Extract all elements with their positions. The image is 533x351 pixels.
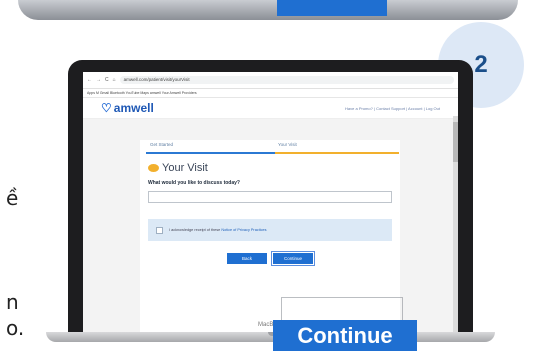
discuss-input[interactable] bbox=[148, 191, 392, 203]
browser-toolbar: ← → C ⌂ amwell.com/patient/visit/yourVis… bbox=[83, 72, 458, 89]
privacy-checkbox[interactable] bbox=[156, 226, 163, 234]
back-arrow-icon[interactable]: ← bbox=[87, 77, 92, 83]
heart-logo-icon: ♡ bbox=[101, 101, 112, 115]
privacy-link[interactable]: Notice of Privacy Practices bbox=[221, 228, 266, 232]
logo-text: amwell bbox=[113, 101, 154, 115]
top-blue-tab bbox=[277, 0, 387, 16]
side-text-line1: ề bbox=[6, 186, 19, 210]
progress-steps: Get Started Your Visit bbox=[146, 140, 399, 154]
page-title: Your Visit bbox=[148, 162, 392, 174]
side-text-line2: n bbox=[6, 290, 19, 314]
top-laptop-edge bbox=[18, 0, 518, 20]
progress-current-bar bbox=[275, 152, 399, 154]
progress-complete-bar bbox=[146, 152, 275, 154]
privacy-text-prefix: I acknowledge receipt of these bbox=[169, 228, 222, 232]
reload-icon[interactable]: C bbox=[105, 77, 109, 83]
site-header: ♡ amwell Have a Promo? | Contact Support… bbox=[83, 98, 458, 119]
bookmarks-bar[interactable]: Apps M Gmail Bluetooth YouTube Maps amwe… bbox=[83, 89, 458, 98]
step-your-visit: Your Visit bbox=[278, 142, 297, 147]
laptop-bezel: ← → C ⌂ amwell.com/patient/visit/yourVis… bbox=[68, 60, 473, 335]
page-title-text: Your Visit bbox=[162, 162, 208, 174]
step-number: 2 bbox=[474, 51, 488, 78]
callout-bracket bbox=[281, 297, 403, 322]
scrollbar-thumb[interactable] bbox=[453, 122, 458, 162]
continue-button[interactable]: Continue bbox=[271, 251, 315, 266]
header-links[interactable]: Have a Promo? | Contact Support | Accoun… bbox=[345, 106, 440, 111]
privacy-acknowledgement: I acknowledge receipt of these Notice of… bbox=[148, 219, 392, 241]
question-label: What would you like to discuss today? bbox=[148, 180, 240, 186]
side-text-line3: o. bbox=[6, 316, 25, 340]
continue-callout: Continue bbox=[273, 320, 417, 351]
address-bar[interactable]: amwell.com/patient/visit/yourVisit bbox=[119, 76, 454, 84]
privacy-text: I acknowledge receipt of these Notice of… bbox=[169, 228, 267, 232]
chat-bubble-icon bbox=[148, 164, 159, 172]
home-icon[interactable]: ⌂ bbox=[113, 77, 116, 83]
step-get-started: Get Started bbox=[150, 142, 174, 147]
amwell-logo[interactable]: ♡ amwell bbox=[101, 101, 154, 115]
laptop-screen: ← → C ⌂ amwell.com/patient/visit/yourVis… bbox=[83, 72, 458, 332]
laptop: ← → C ⌂ amwell.com/patient/visit/yourVis… bbox=[46, 60, 495, 343]
forward-arrow-icon[interactable]: → bbox=[96, 77, 101, 83]
form-buttons: Back Continue bbox=[140, 251, 400, 266]
back-button[interactable]: Back bbox=[227, 253, 267, 264]
